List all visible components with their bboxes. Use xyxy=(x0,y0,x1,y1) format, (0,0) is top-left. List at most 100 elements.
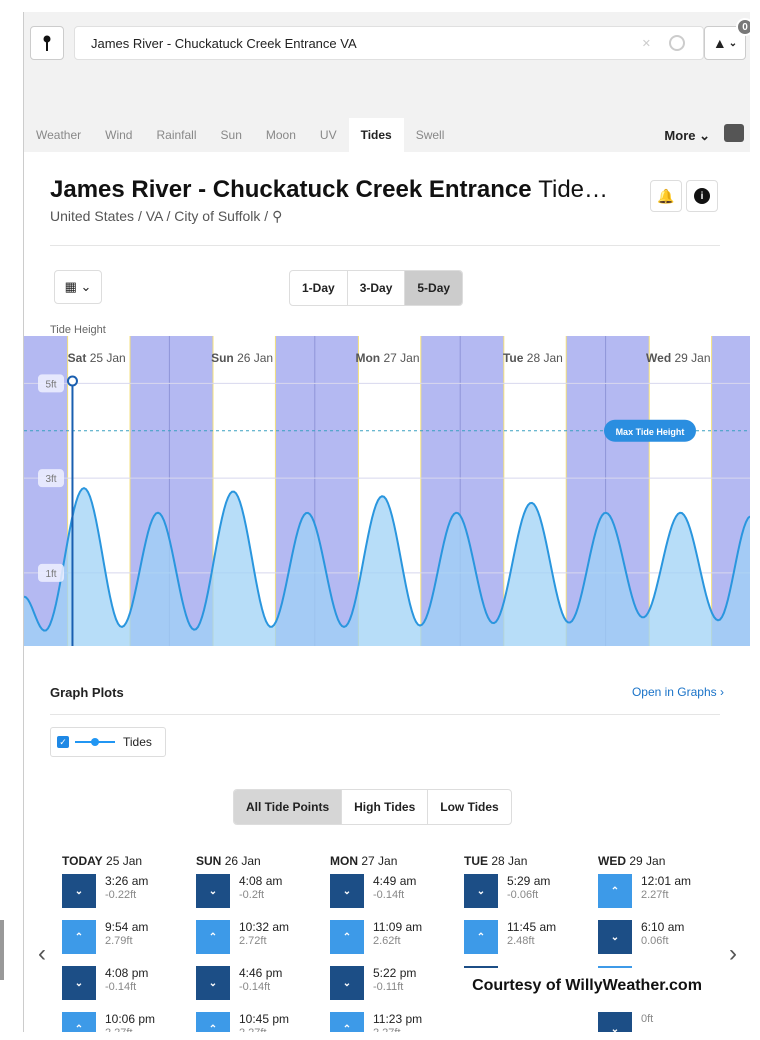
day-label-dow: Mon xyxy=(355,351,383,365)
tide-chart[interactable]: Max Tide Height 5ft 3ft 1ft Sat 25 Jan Sun 26… xyxy=(24,336,750,646)
warning-icon: ▲ xyxy=(712,35,727,51)
tide-time: 12:01 am xyxy=(641,874,692,888)
print-icon[interactable] xyxy=(724,124,744,142)
tide-point: ⌄ 4:08 pm -0.14ft xyxy=(62,966,192,1012)
tide-point-text: 10:32 am 2.72ft xyxy=(239,920,289,948)
tide-time: 11:45 am xyxy=(507,920,557,934)
tide-height: -0.14ft xyxy=(239,981,271,993)
tab-sun[interactable]: Sun xyxy=(209,118,254,152)
tab-moon[interactable]: Moon xyxy=(254,118,308,152)
app-frame: James River - Chuckatuck Creek Entrance … xyxy=(23,12,750,1032)
tab-uv[interactable]: UV xyxy=(308,118,349,152)
next-arrow-icon[interactable]: › xyxy=(729,940,737,968)
high-tide-icon: ⌃ xyxy=(598,874,632,908)
tide-point-text: 11:09 am 2.62ft xyxy=(373,920,422,948)
alert-count-badge: 0 xyxy=(736,18,750,36)
tide-point-text: 5:22 pm -0.11ft xyxy=(373,966,416,994)
pin-icon: ⚲ xyxy=(272,208,283,224)
open-in-graphs-label: Open in Graphs xyxy=(631,685,717,699)
tide-time: 6:10 am xyxy=(641,920,685,934)
tide-point-text: 11:23 pm2.27ft xyxy=(373,1012,422,1032)
tab-rainfall[interactable]: Rainfall xyxy=(144,118,208,152)
series-label: Tides xyxy=(123,735,152,749)
notification-button[interactable]: 🔔 xyxy=(650,180,682,212)
breadcrumb: United States / VA / City of Suffolk / ⚲ xyxy=(50,208,283,224)
search-location-text: James River - Chuckatuck Creek Entrance … xyxy=(91,35,357,51)
tide-point: ⌃ 12:01 am 2.27ft xyxy=(598,874,728,920)
tide-point: ⌃ 11:45 am 2.48ft xyxy=(464,920,594,966)
high-tide-icon: ⌃ xyxy=(62,920,96,954)
tide-time: 11:09 am xyxy=(373,920,423,934)
y-tick-label: 5ft xyxy=(45,379,56,390)
low-tide-icon: ⌄ xyxy=(598,1012,632,1032)
search-input[interactable]: James River - Chuckatuck Creek Entrance … xyxy=(74,26,704,60)
tide-point-text: 10:45 pm2.27ft xyxy=(239,1012,289,1032)
low-tide-icon: ⌄ xyxy=(62,966,96,1000)
tide-day-name: WED xyxy=(598,854,626,868)
day-label: Mon 27 Jan xyxy=(355,351,419,365)
range-1-day[interactable]: 1-Day xyxy=(290,271,348,305)
tide-point: ⌃ 10:45 pm2.27ft xyxy=(196,1012,326,1032)
tide-day-header: MON 27 Jan xyxy=(330,854,460,874)
tide-height: 2.27ft xyxy=(373,1026,422,1032)
tab-tides[interactable]: Tides xyxy=(348,118,404,152)
nav-tabs: Weather Wind Rainfall Sun Moon UV Tides Swell xyxy=(24,118,750,152)
tide-day-name: MON xyxy=(330,854,358,868)
calendar-button[interactable]: ▦ ⌄ xyxy=(54,270,102,304)
filter-low-tides[interactable]: Low Tides xyxy=(428,790,510,824)
tide-height: -0.11ft xyxy=(373,981,404,993)
tide-time: 9:54 am xyxy=(105,920,149,934)
tab-wind[interactable]: Wind xyxy=(93,118,144,152)
tide-point: ⌄ 4:46 pm -0.14ft xyxy=(196,966,326,1012)
tide-time: 4:08 am xyxy=(239,874,283,888)
tide-day-name: TUE xyxy=(464,854,488,868)
tides-series-toggle[interactable]: ✓ Tides xyxy=(50,727,166,757)
high-tide-icon: ⌃ xyxy=(62,1012,96,1032)
tide-day-name: SUN xyxy=(196,854,222,868)
breadcrumb-city[interactable]: City of Suffolk xyxy=(174,208,260,224)
current-time-marker xyxy=(66,375,78,387)
filter-high-tides[interactable]: High Tides xyxy=(342,790,429,824)
tide-height: -0.06ft xyxy=(507,889,539,901)
low-tide-icon: ⌄ xyxy=(62,874,96,908)
series-line-icon xyxy=(75,738,115,746)
tide-day-header: TUE 28 Jan xyxy=(464,854,594,874)
tide-point-text: 12:01 am 2.27ft xyxy=(641,874,691,902)
clear-icon[interactable]: ✕ xyxy=(642,37,651,50)
tide-point-text: 10:06 pm2.27ft xyxy=(105,1012,155,1032)
tide-point-text: 9:54 am 2.79ft xyxy=(105,920,148,948)
tide-day-column: WED 29 Jan⌃12:01 am2.27ft⌄6:10 am0.06ft⌃… xyxy=(598,854,728,1032)
checkbox-icon[interactable]: ✓ xyxy=(57,736,69,748)
pin-icon xyxy=(43,35,51,51)
credit-watermark: Courtesy of WillyWeather.com xyxy=(446,968,728,1004)
location-pin-button[interactable] xyxy=(30,26,64,60)
tide-height: 2.27ft xyxy=(105,1026,155,1032)
main-panel: James River - Chuckatuck Creek Entrance … xyxy=(24,152,750,1032)
info-button[interactable]: i xyxy=(686,180,718,212)
tab-swell[interactable]: Swell xyxy=(404,118,457,152)
tide-day-date: 27 Jan xyxy=(361,854,398,868)
high-tide-icon: ⌃ xyxy=(196,920,230,954)
locate-icon[interactable] xyxy=(669,35,685,51)
open-in-graphs-link[interactable]: Open in Graphs › xyxy=(632,685,724,699)
range-3-day[interactable]: 3-Day xyxy=(348,271,406,305)
tide-day-header: SUN 26 Jan xyxy=(196,854,326,874)
tide-height: -0.22ft xyxy=(105,889,137,901)
range-5-day[interactable]: 5-Day xyxy=(405,271,463,305)
tide-point-text: 5:29 am -0.06ft xyxy=(507,874,550,902)
more-menu-button[interactable]: More ⌄ xyxy=(664,128,710,144)
filter-all-tide-points[interactable]: All Tide Points xyxy=(234,790,343,824)
tab-weather[interactable]: Weather xyxy=(24,118,93,152)
tide-height: 2.48ft xyxy=(507,935,535,947)
tide-time: 4:49 am xyxy=(373,874,417,888)
tide-filter: All Tide Points High Tides Low Tides xyxy=(233,789,512,825)
day-label-dow: Tue xyxy=(503,351,527,365)
tide-time: 5:29 am xyxy=(507,874,551,888)
previous-arrow-icon[interactable]: ‹ xyxy=(38,940,46,968)
tide-time: 10:06 pm xyxy=(105,1012,156,1026)
breadcrumb-state[interactable]: VA xyxy=(146,208,163,224)
tide-day-date: 29 Jan xyxy=(629,854,666,868)
tide-point: ⌃ 10:32 am 2.72ft xyxy=(196,920,326,966)
tide-height: -0.14ft xyxy=(373,889,405,901)
breadcrumb-country[interactable]: United States xyxy=(50,208,134,224)
